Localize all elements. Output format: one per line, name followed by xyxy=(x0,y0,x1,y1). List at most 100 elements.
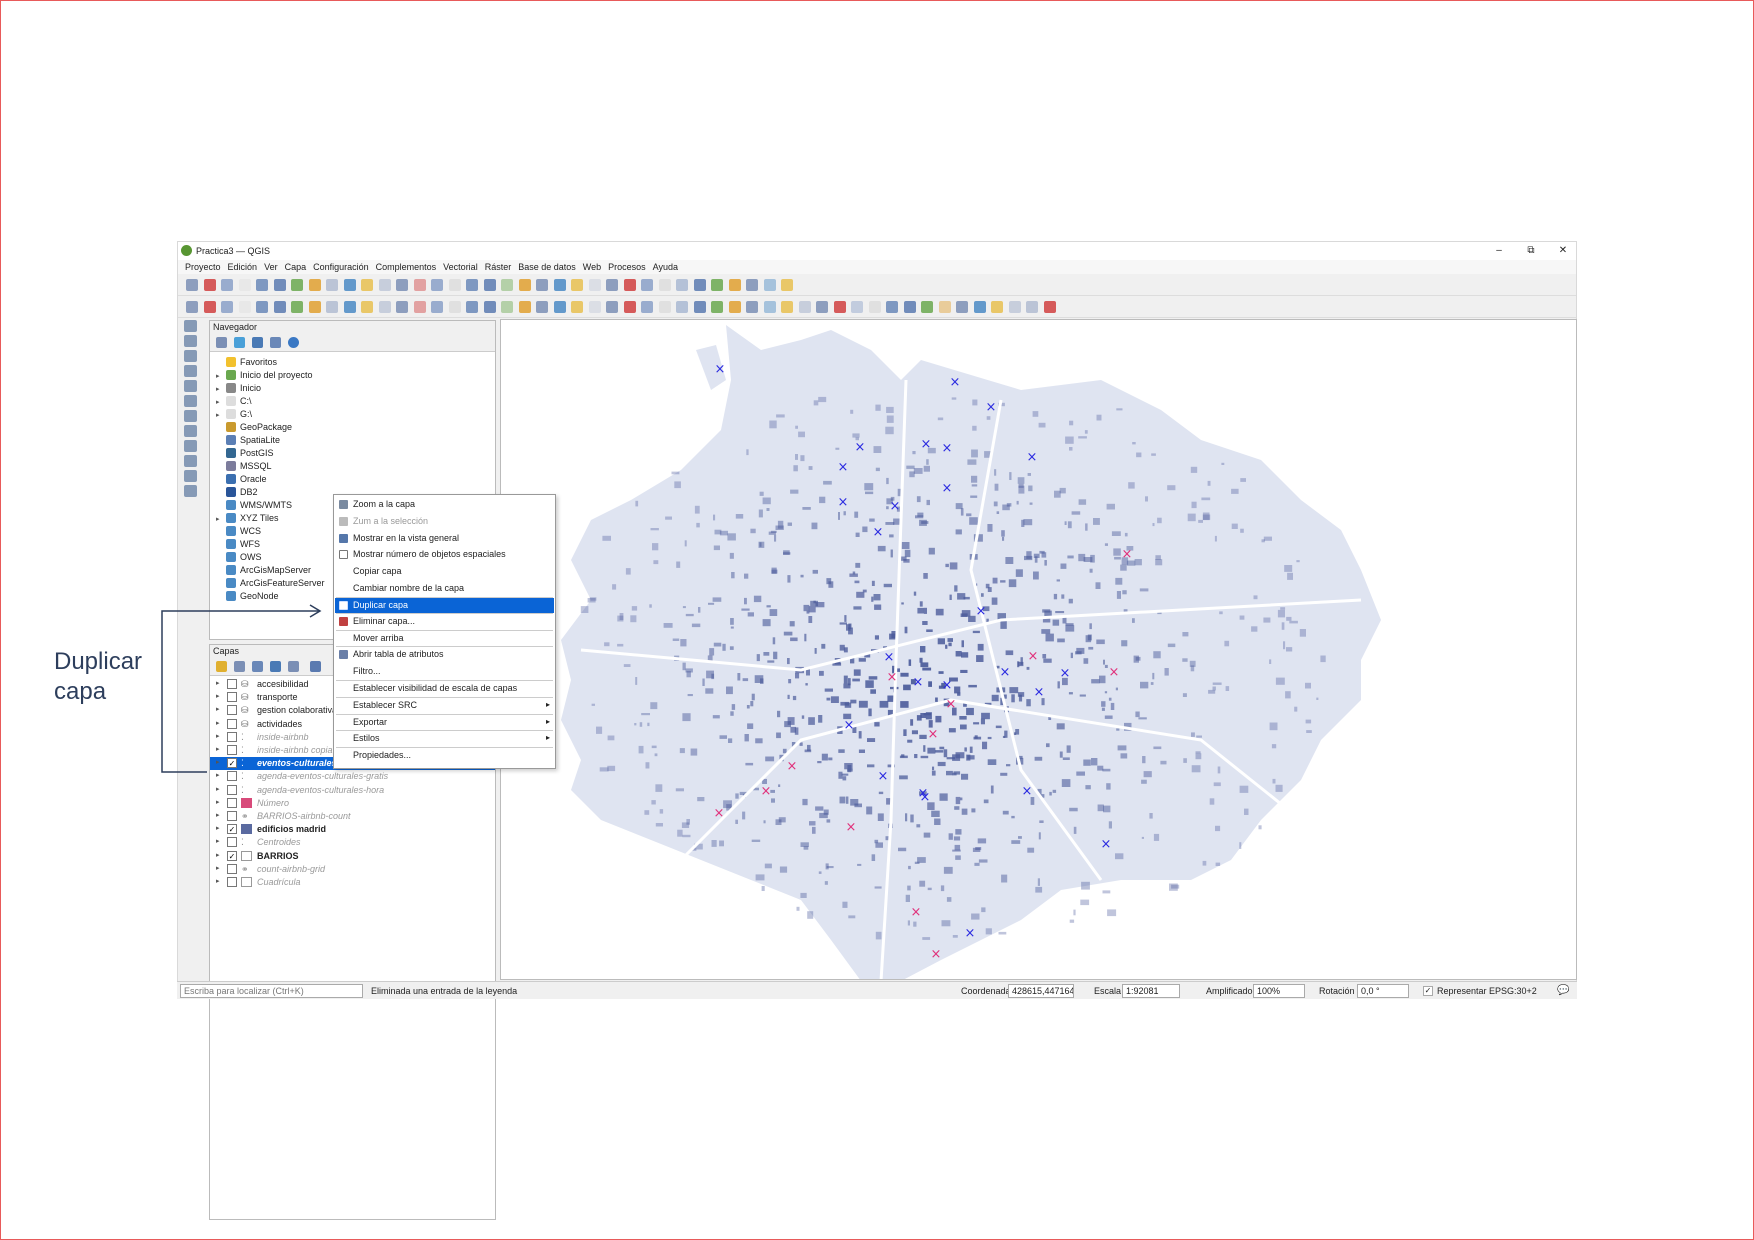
edit-tool-icon[interactable] xyxy=(693,301,706,313)
edit-tool-icon[interactable] xyxy=(308,301,321,313)
expand-arrow-icon[interactable]: ▸ xyxy=(216,864,220,872)
context-menu-item[interactable]: Mostrar en la vista general xyxy=(335,531,554,546)
collapse-all-icon[interactable] xyxy=(270,337,281,348)
edit-tool-icon[interactable] xyxy=(238,301,251,313)
edit-tool-icon[interactable] xyxy=(291,301,303,313)
expand-arrow-icon[interactable]: ▸ xyxy=(216,785,220,793)
navigator-item[interactable]: ▸ XYZ Tiles xyxy=(216,513,279,526)
expand-arrow-icon[interactable]: ▸ xyxy=(216,515,226,523)
expand-arrow-icon[interactable]: ▸ xyxy=(216,837,220,845)
main-tool-icon[interactable] xyxy=(221,279,233,291)
main-tool-icon[interactable] xyxy=(361,279,373,291)
refresh-icon[interactable] xyxy=(234,337,245,348)
edit-tool-icon[interactable] xyxy=(221,301,233,313)
edit-tool-icon[interactable] xyxy=(553,301,566,313)
navigator-item[interactable]: WFS xyxy=(216,539,260,552)
menu-4[interactable]: Configuración xyxy=(313,262,369,272)
context-menu-item[interactable]: Zum a la selección xyxy=(335,514,554,529)
context-menu-item[interactable]: Zoom a la capa xyxy=(335,497,554,512)
scale-field[interactable]: 1:92081 xyxy=(1122,984,1180,998)
layer-row[interactable]: ▸ ⚭ BARRIOS-airbnb-count xyxy=(210,810,495,823)
context-menu-item[interactable]: Cambiar nombre de la capa xyxy=(335,581,554,596)
main-tool-icon[interactable] xyxy=(326,279,338,291)
edit-tool-icon[interactable] xyxy=(991,301,1003,313)
edit-tool-icon[interactable] xyxy=(396,301,408,313)
main-tool-icon[interactable] xyxy=(186,279,198,291)
edit-tool-icon[interactable] xyxy=(623,301,636,313)
edit-tool-icon[interactable] xyxy=(851,301,863,313)
edit-tool-icon[interactable] xyxy=(1026,301,1038,313)
main-tool-icon[interactable] xyxy=(693,279,706,291)
expand-arrow-icon[interactable]: ▸ xyxy=(216,851,220,859)
edit-tool-icon[interactable] xyxy=(448,301,461,313)
edit-tool-icon[interactable] xyxy=(641,301,653,313)
navigator-item[interactable]: DB2 xyxy=(216,487,258,500)
navigator-item[interactable]: ▸ Inicio xyxy=(216,383,261,396)
edit-tool-icon[interactable] xyxy=(536,301,548,313)
main-tool-icon[interactable] xyxy=(518,279,531,291)
expand-arrow-icon[interactable]: ▸ xyxy=(216,798,220,806)
add-layer-icon[interactable] xyxy=(184,380,197,392)
expand-arrow-icon[interactable]: ▸ xyxy=(216,877,220,885)
menu-10[interactable]: Procesos xyxy=(608,262,646,272)
edit-tool-icon[interactable] xyxy=(483,301,496,313)
layer-row[interactable]: ▸ Cuadrícula xyxy=(210,876,495,889)
main-tool-icon[interactable] xyxy=(343,279,356,291)
edit-tool-icon[interactable] xyxy=(833,301,846,313)
layer-visibility-checkbox[interactable] xyxy=(227,837,237,848)
menu-5[interactable]: Complementos xyxy=(376,262,437,272)
layer-visibility-checkbox[interactable]: ✓ xyxy=(227,824,237,835)
layer-visibility-checkbox[interactable] xyxy=(227,797,237,808)
add-layer-icon[interactable] xyxy=(184,365,197,377)
layer-visibility-checkbox[interactable] xyxy=(227,863,237,874)
edit-tool-icon[interactable] xyxy=(816,301,828,313)
main-tool-icon[interactable] xyxy=(273,279,286,291)
navigator-item[interactable]: ▸ Inicio del proyecto xyxy=(216,370,313,383)
navigator-item[interactable]: SpatiaLite xyxy=(216,435,280,448)
expand-arrow-icon[interactable]: ▸ xyxy=(216,411,226,419)
main-tool-icon[interactable] xyxy=(711,279,723,291)
menu-1[interactable]: Edición xyxy=(228,262,258,272)
navigator-item[interactable]: MSSQL xyxy=(216,461,272,474)
minimize-button[interactable]: – xyxy=(1487,244,1511,258)
edit-tool-icon[interactable] xyxy=(273,301,286,313)
layer-row[interactable]: ▸ ⁚ agenda-eventos-culturales-hora xyxy=(210,784,495,797)
main-tool-icon[interactable] xyxy=(466,279,478,291)
navigator-item[interactable]: PostGIS xyxy=(216,448,274,461)
main-tool-icon[interactable] xyxy=(396,279,408,291)
main-tool-icon[interactable] xyxy=(728,279,741,291)
menu-3[interactable]: Capa xyxy=(285,262,307,272)
main-tool-icon[interactable] xyxy=(501,279,513,291)
layer-row[interactable]: ▸ ⁚ Centroides xyxy=(210,836,495,849)
layer-visibility-checkbox[interactable] xyxy=(227,877,237,887)
main-tool-icon[interactable] xyxy=(623,279,636,291)
main-tool-icon[interactable] xyxy=(431,279,443,291)
main-tool-icon[interactable] xyxy=(256,279,268,291)
layer-visibility-checkbox[interactable] xyxy=(227,811,237,821)
navigator-item[interactable]: Favoritos xyxy=(216,357,277,370)
edit-tool-icon[interactable] xyxy=(203,301,216,313)
add-selected-icon[interactable] xyxy=(216,337,227,348)
edit-tool-icon[interactable] xyxy=(781,301,793,313)
menu-9[interactable]: Web xyxy=(583,262,601,272)
edit-tool-icon[interactable] xyxy=(431,301,443,313)
navigator-item[interactable]: OWS xyxy=(216,552,262,565)
main-tool-icon[interactable] xyxy=(746,279,758,291)
edit-tool-icon[interactable] xyxy=(518,301,531,313)
main-tool-icon[interactable] xyxy=(641,279,653,291)
add-layer-icon[interactable] xyxy=(184,455,197,467)
main-tool-icon[interactable] xyxy=(413,279,426,291)
menu-0[interactable]: Proyecto xyxy=(185,262,221,272)
layer-row[interactable]: ▸ ✓ edificios madrid xyxy=(210,823,495,836)
context-menu-item[interactable]: Copiar capa xyxy=(335,564,554,579)
edit-tool-icon[interactable] xyxy=(658,301,671,313)
edit-tool-icon[interactable] xyxy=(501,301,513,313)
edit-tool-icon[interactable] xyxy=(868,301,881,313)
menu-11[interactable]: Ayuda xyxy=(653,262,678,272)
add-layer-icon[interactable] xyxy=(184,485,197,497)
edit-tool-icon[interactable] xyxy=(413,301,426,313)
main-tool-icon[interactable] xyxy=(658,279,671,291)
edit-tool-icon[interactable] xyxy=(763,301,776,313)
main-tool-icon[interactable] xyxy=(483,279,496,291)
add-layer-icon[interactable] xyxy=(184,470,197,482)
